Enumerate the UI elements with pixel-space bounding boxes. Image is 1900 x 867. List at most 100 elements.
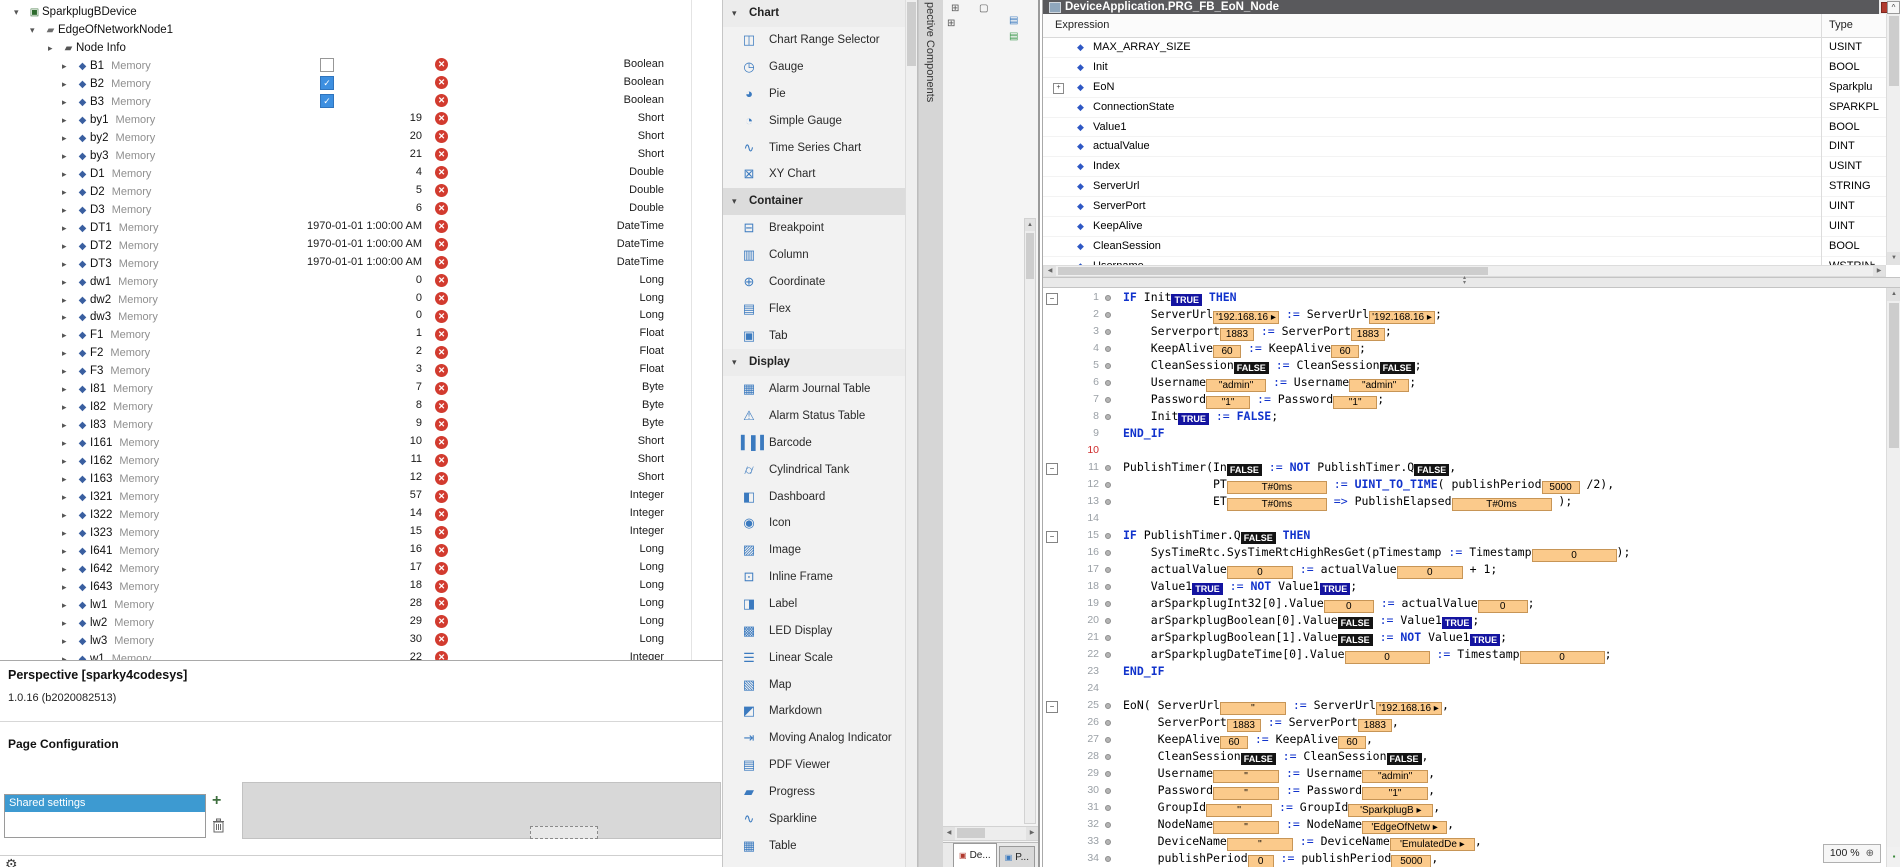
add-page-button[interactable]: + xyxy=(212,792,221,810)
monitor-bool[interactable]: TRUE xyxy=(1442,617,1473,629)
breakpoint-dot[interactable] xyxy=(1105,754,1111,760)
palette-item-inline-frame[interactable]: ⊡Inline Frame xyxy=(723,564,906,591)
palette-item-icon[interactable]: ◉Icon xyxy=(723,510,906,537)
decl-row-EoN[interactable]: +◆EoNSparkplu xyxy=(1043,78,1886,98)
decl-row-Username[interactable]: ◆UsernameWSTRIN▾ xyxy=(1043,257,1886,265)
tree-row-B3[interactable]: ▸◆B3Memory✓✕Boolean xyxy=(0,92,722,110)
page-config-list[interactable]: Shared settings xyxy=(4,794,206,838)
monitor-bool[interactable]: FALSE xyxy=(1234,362,1269,374)
palette-item-breakpoint[interactable]: ⊟Breakpoint xyxy=(723,215,906,242)
palette-item-alarm-status-table[interactable]: ⚠Alarm Status Table xyxy=(723,403,906,430)
palette-item-linear-scale[interactable]: ☰Linear Scale xyxy=(723,644,906,671)
monitor-bool[interactable]: FALSE xyxy=(1414,464,1449,476)
tree-row-lw1[interactable]: ▸◆lw1Memory28✕Long xyxy=(0,595,722,613)
tree-row-D3[interactable]: ▸◆D3Memory6✕Double xyxy=(0,200,722,218)
breakpoint-dot[interactable] xyxy=(1105,295,1111,301)
palette-item-image[interactable]: ▨Image xyxy=(723,537,906,564)
palette-item-tab[interactable]: ▣Tab xyxy=(723,322,906,349)
breakpoint-dot[interactable] xyxy=(1105,346,1111,352)
tree-row-I641[interactable]: ▸◆I641Memory16✕Long xyxy=(0,541,722,559)
palette-item-label[interactable]: ◨Label xyxy=(723,591,906,618)
tree-row-dw3[interactable]: ▸◆dw3Memory0✕Long xyxy=(0,307,722,325)
tree-row-I161[interactable]: ▸◆I161Memory10✕Short xyxy=(0,433,722,451)
palette-section-chart[interactable]: ▾Chart xyxy=(723,0,906,27)
tree-row-lw2[interactable]: ▸◆lw2Memory29✕Long xyxy=(0,613,722,631)
palette-item-xy-chart[interactable]: ⊠XY Chart xyxy=(723,161,906,188)
decl-row-actualValue[interactable]: ◆actualValueDINT xyxy=(1043,137,1886,157)
tree-row-F1[interactable]: ▸◆F1Memory1✕Float xyxy=(0,325,722,343)
palette-scrollbar[interactable] xyxy=(905,0,917,867)
monitor-bool[interactable]: TRUE xyxy=(1320,583,1351,595)
monitor-bool[interactable]: FALSE xyxy=(1380,362,1415,374)
scrollbar-thumb[interactable] xyxy=(1889,303,1899,448)
palette-item-table[interactable]: ▦Table xyxy=(723,832,906,859)
editor-splitter[interactable]: ▴ ▾ xyxy=(1043,277,1900,288)
breakpoint-dot[interactable] xyxy=(1105,805,1111,811)
zoom-icon[interactable]: ⊕ xyxy=(1866,846,1874,861)
type-dropdown-icon[interactable]: ▾ xyxy=(1871,257,1875,265)
breakpoint-dot[interactable] xyxy=(1105,312,1111,318)
palette-item-sparkline[interactable]: ∿Sparkline xyxy=(723,805,906,832)
breakpoint-dot[interactable] xyxy=(1105,499,1111,505)
gear-icon[interactable]: ⚙ xyxy=(5,856,18,867)
palette-item-column[interactable]: ▥Column xyxy=(723,242,906,269)
breakpoint-dot[interactable] xyxy=(1105,635,1111,641)
expander-icon[interactable]: ▸ xyxy=(62,651,75,660)
palette-item-pie[interactable]: ◕Pie xyxy=(723,81,906,108)
breakpoint-dot[interactable] xyxy=(1105,856,1111,862)
breakpoint-dot[interactable] xyxy=(1105,397,1111,403)
scroll-right-icon[interactable]: ▶ xyxy=(1026,827,1038,840)
value-checkbox[interactable]: ✓ xyxy=(320,94,334,108)
palette-item-pdf-viewer[interactable]: ▤PDF Viewer xyxy=(723,752,906,779)
tree-row-I643[interactable]: ▸◆I643Memory18✕Long xyxy=(0,577,722,595)
window-icon[interactable]: ▢ xyxy=(979,3,988,14)
expand-icon[interactable]: + xyxy=(1053,83,1064,94)
tree-node-nodeinfo[interactable]: ▸▰Node Info xyxy=(0,38,722,56)
tree-row-I162[interactable]: ▸◆I162Memory11✕Short xyxy=(0,451,722,469)
palette-item-time-series-chart[interactable]: ∿Time Series Chart xyxy=(723,134,906,161)
tree-row-D1[interactable]: ▸◆D1Memory4✕Double xyxy=(0,164,722,182)
breakpoint-dot[interactable] xyxy=(1105,414,1111,420)
scroll-up-icon[interactable]: ▲ xyxy=(1025,219,1035,231)
monitor-bool[interactable]: FALSE xyxy=(1241,532,1276,544)
scroll-up-icon[interactable]: ▲ xyxy=(1887,288,1900,301)
monitor-bool[interactable]: FALSE xyxy=(1338,617,1373,629)
breakpoint-dot[interactable] xyxy=(1105,737,1111,743)
tree-row-B2[interactable]: ▸◆B2Memory✓✕Boolean xyxy=(0,74,722,92)
scroll-left-icon[interactable]: ◀ xyxy=(1044,266,1056,276)
breakpoint-dot[interactable] xyxy=(1105,618,1111,624)
breakpoint-dot[interactable] xyxy=(1105,465,1111,471)
monitor-bool[interactable]: FALSE xyxy=(1227,464,1262,476)
tab-perspective-components[interactable]: pective Components xyxy=(918,0,944,867)
tree-grid-icon[interactable]: ⊞ xyxy=(951,3,959,14)
monitor-bool[interactable]: FALSE xyxy=(1387,753,1422,765)
decl-row-Index[interactable]: ◆IndexUSINT xyxy=(1043,157,1886,177)
scrollbar-thumb[interactable] xyxy=(1026,233,1034,279)
code-editor[interactable]: −1IF InitTRUE THEN2 ServerUrl'192.168.16… xyxy=(1043,288,1886,867)
palette-item-gauge[interactable]: ◷Gauge xyxy=(723,54,906,81)
decl-row-MAX_ARRAY_SIZE[interactable]: ◆MAX_ARRAY_SIZEUSINT xyxy=(1043,38,1886,58)
tree-row-B1[interactable]: ▸◆B1Memory✕Boolean xyxy=(0,56,722,74)
breakpoint-dot[interactable] xyxy=(1105,584,1111,590)
scrollbar-thumb[interactable] xyxy=(1889,16,1899,86)
tree-row-DT3[interactable]: ▸◆DT3Memory1970-01-01 1:00:00 AM✕DateTim… xyxy=(0,254,722,272)
tree-row-by3[interactable]: ▸◆by3Memory21✕Short xyxy=(0,146,722,164)
palette-item-led-display[interactable]: ▩LED Display xyxy=(723,617,906,644)
tree-row-by2[interactable]: ▸◆by2Memory20✕Short xyxy=(0,128,722,146)
breakpoint-dot[interactable] xyxy=(1105,380,1111,386)
decl-row-CleanSession[interactable]: ◆CleanSessionBOOL xyxy=(1043,237,1886,257)
tree-row-lw3[interactable]: ▸◆lw3Memory30✕Long xyxy=(0,631,722,649)
tab-devices[interactable]: ▣ De... xyxy=(953,843,997,867)
declaration-vscrollbar[interactable]: ▼ xyxy=(1886,14,1900,265)
decl-row-ServerPort[interactable]: ◆ServerPortUINT xyxy=(1043,197,1886,217)
monitor-bool[interactable]: FALSE xyxy=(1241,753,1276,765)
breakpoint-dot[interactable] xyxy=(1105,652,1111,658)
decl-row-ServerUrl[interactable]: ◆ServerUrlSTRING xyxy=(1043,177,1886,197)
breakpoint-dot[interactable] xyxy=(1105,482,1111,488)
list-item-empty[interactable] xyxy=(5,812,205,829)
value-checkbox[interactable] xyxy=(320,58,334,72)
tab-pous[interactable]: ▣ P... xyxy=(999,846,1035,867)
palette-section-display[interactable]: ▾Display xyxy=(723,349,906,376)
tree-row-I163[interactable]: ▸◆I163Memory12✕Short xyxy=(0,469,722,487)
tree-node-device[interactable]: ▾▣SparkplugBDevice xyxy=(0,2,722,20)
